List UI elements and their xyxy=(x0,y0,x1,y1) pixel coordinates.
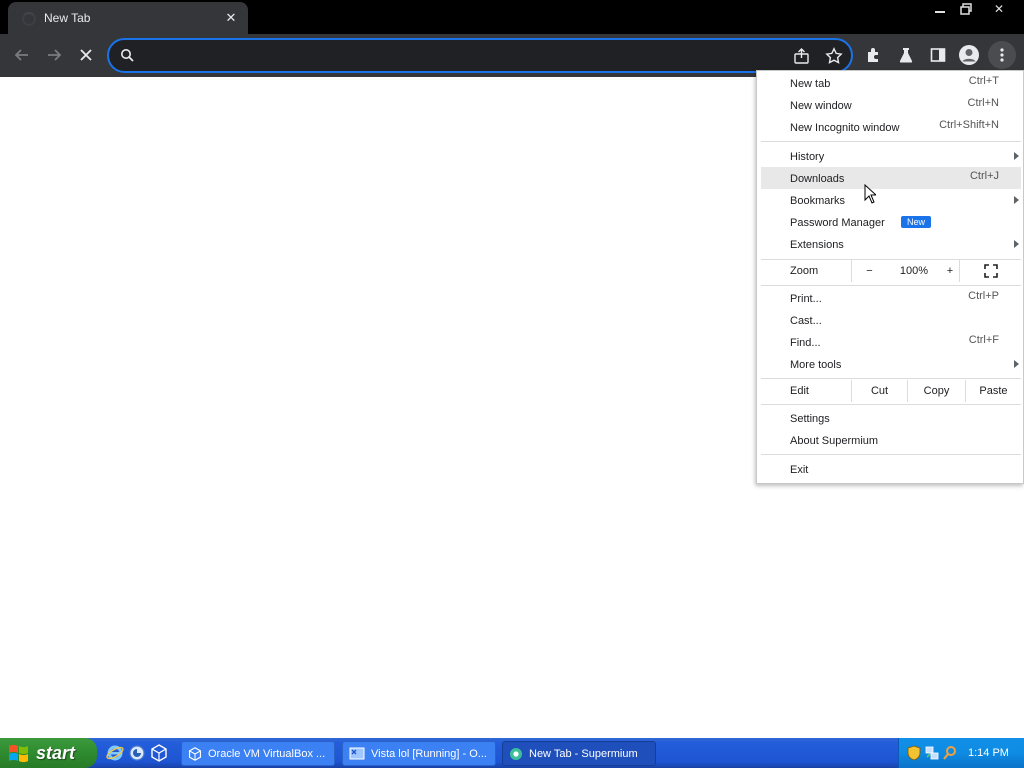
supermium-icon xyxy=(510,747,522,760)
taskbar-item-vista-vm[interactable]: Vista lol [Running] - O... xyxy=(342,741,496,766)
tab-title: New Tab xyxy=(44,11,91,25)
puzzle-icon xyxy=(868,48,878,62)
edit-label: Edit xyxy=(790,385,809,397)
search-icon xyxy=(121,49,134,62)
bookmark-star-icon[interactable] xyxy=(825,47,843,65)
menu-item-new-tab[interactable]: New tab Ctrl+T xyxy=(761,72,1021,94)
taskbar-item-virtualbox-manager[interactable]: Oracle VM VirtualBox ... xyxy=(181,741,335,766)
side-panel-button[interactable] xyxy=(924,41,952,69)
back-button[interactable] xyxy=(8,41,36,69)
taskbar: start Oracle VM VirtualBox ... Vista lol… xyxy=(0,738,1024,768)
menu-item-exit[interactable]: Exit xyxy=(761,458,1021,480)
menu-separator xyxy=(761,404,1021,405)
submenu-arrow-icon xyxy=(1014,360,1019,368)
loading-spinner-icon xyxy=(22,12,36,26)
fullscreen-icon xyxy=(983,264,998,278)
menu-item-new-window[interactable]: New window Ctrl+N xyxy=(761,94,1021,116)
windows-logo-icon xyxy=(9,744,28,763)
system-tray: 1:14 PM xyxy=(898,738,1024,768)
edit-row: Edit Cut Copy Paste xyxy=(761,380,1021,402)
menu-item-cast[interactable]: Cast... xyxy=(761,309,1021,331)
browser-menu: New tab Ctrl+T New window Ctrl+N New Incog… xyxy=(756,70,1024,484)
mouse-cursor-icon xyxy=(864,184,876,204)
address-bar[interactable] xyxy=(107,38,853,73)
window-minimize-button[interactable] xyxy=(926,0,954,18)
submenu-arrow-icon xyxy=(1014,152,1019,160)
zoom-in-button[interactable]: + xyxy=(941,260,959,282)
zoom-label: Zoom xyxy=(790,265,819,277)
vm-window-icon xyxy=(349,747,365,759)
internet-explorer-icon[interactable] xyxy=(106,744,124,762)
new-badge: New xyxy=(901,216,932,228)
menu-item-password-manager[interactable]: Password Manager New xyxy=(761,211,1021,233)
browser-titlebar: New Tab ✕ ✕ xyxy=(0,0,1024,34)
menu-item-find[interactable]: Find... Ctrl+F xyxy=(761,331,1021,353)
virtualbox-icon[interactable] xyxy=(150,744,168,762)
forward-button[interactable] xyxy=(40,41,68,69)
submenu-arrow-icon xyxy=(1014,240,1019,248)
menu-item-settings[interactable]: Settings xyxy=(761,407,1021,429)
virtualbox-icon xyxy=(188,746,202,761)
close-icon xyxy=(80,49,92,61)
tab-new-tab[interactable]: New Tab ✕ xyxy=(8,2,248,34)
address-input[interactable] xyxy=(143,46,743,66)
browser-menu-button[interactable] xyxy=(988,41,1016,69)
menu-item-history[interactable]: History xyxy=(761,145,1021,167)
window-close-button[interactable]: ✕ xyxy=(982,0,1016,18)
menu-separator xyxy=(761,141,1021,142)
menu-item-print[interactable]: Print... Ctrl+P xyxy=(761,287,1021,309)
start-label: start xyxy=(36,742,76,763)
security-shield-icon[interactable] xyxy=(907,745,921,761)
zoom-row: Zoom − 100% + xyxy=(761,260,1021,282)
flask-icon xyxy=(899,48,913,63)
zoom-out-button[interactable]: − xyxy=(851,260,887,282)
media-player-icon[interactable] xyxy=(128,744,146,762)
side-panel-icon xyxy=(930,48,946,62)
cut-button[interactable]: Cut xyxy=(851,380,907,402)
share-icon[interactable] xyxy=(793,47,811,65)
zoom-level: 100% xyxy=(899,265,929,277)
labs-button[interactable] xyxy=(892,41,920,69)
start-button[interactable]: start xyxy=(0,738,97,768)
stop-loading-button[interactable] xyxy=(72,41,100,69)
window-restore-button[interactable] xyxy=(952,0,980,18)
network-icon[interactable] xyxy=(925,745,939,761)
extensions-button[interactable] xyxy=(860,41,888,69)
avatar-icon xyxy=(959,45,979,65)
menu-separator xyxy=(761,285,1021,286)
submenu-arrow-icon xyxy=(1014,196,1019,204)
menu-separator xyxy=(761,378,1021,379)
arrow-right-icon xyxy=(48,49,62,61)
menu-separator xyxy=(761,454,1021,455)
more-vert-icon xyxy=(1000,48,1004,62)
menu-item-more-tools[interactable]: More tools xyxy=(761,353,1021,375)
clock: 1:14 PM xyxy=(968,747,1009,759)
menu-item-extensions[interactable]: Extensions xyxy=(761,233,1021,255)
menu-item-new-incognito-window[interactable]: New Incognito window Ctrl+Shift+N xyxy=(761,116,1021,138)
search-icon[interactable] xyxy=(943,745,957,761)
menu-item-downloads[interactable]: Downloads Ctrl+J xyxy=(761,167,1021,189)
fullscreen-button[interactable] xyxy=(959,260,1021,282)
menu-item-bookmarks[interactable]: Bookmarks xyxy=(761,189,1021,211)
profile-button[interactable] xyxy=(955,41,983,69)
paste-button[interactable]: Paste xyxy=(965,380,1021,402)
taskbar-item-supermium[interactable]: New Tab - Supermium xyxy=(502,741,656,766)
tab-close-icon[interactable]: ✕ xyxy=(222,9,240,27)
arrow-left-icon xyxy=(14,49,28,61)
menu-item-about[interactable]: About Supermium xyxy=(761,429,1021,451)
copy-button[interactable]: Copy xyxy=(907,380,965,402)
